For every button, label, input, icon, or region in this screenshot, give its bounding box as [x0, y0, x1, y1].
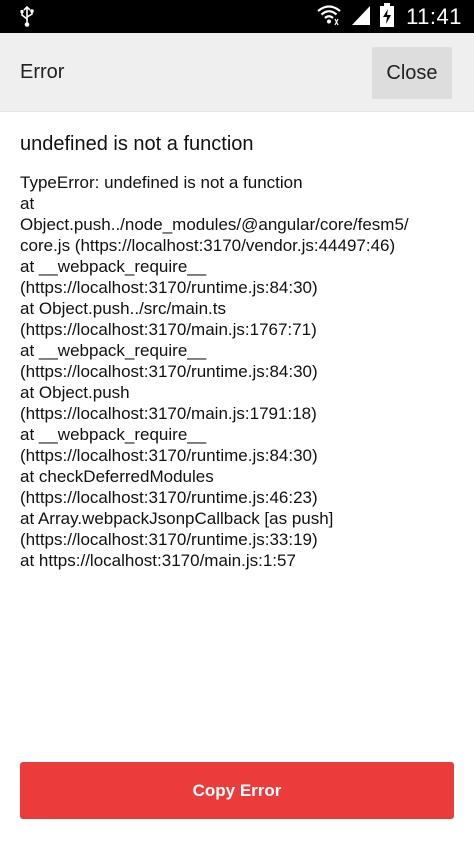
status-bar: 11:41: [0, 0, 474, 33]
status-time: 11:41: [406, 3, 462, 29]
wifi-icon: [316, 4, 342, 30]
stack-line: (https://localhost:3170/runtime.js:84:30…: [20, 446, 318, 465]
stack-line: (https://localhost:3170/runtime.js:84:30…: [20, 278, 318, 297]
stack-line: Object.push../node_modules/@angular/core…: [20, 215, 409, 234]
stack-line: (https://localhost:3170/runtime.js:84:30…: [20, 362, 318, 381]
error-screen: 11:41 Error Close undefined is not a fun…: [0, 0, 474, 842]
battery-charging-icon: [380, 2, 395, 31]
stack-line: at Object.push: [20, 383, 130, 402]
error-title: undefined is not a function: [20, 133, 254, 155]
stack-line: at Array.webpackJsonpCallback [as push]: [20, 509, 334, 528]
stack-line: at checkDeferredModules: [20, 467, 214, 486]
stack-line: at __webpack_require__: [20, 341, 207, 360]
stack-line: at: [20, 194, 35, 213]
stack-line: (https://localhost:3170/runtime.js:46:23…: [20, 488, 318, 507]
header-title: Error: [20, 61, 65, 83]
error-header: Error Close: [0, 33, 474, 112]
stack-line: (https://localhost:3170/main.js:1791:18): [20, 404, 317, 423]
signal-icon: [350, 4, 372, 30]
stack-line: TypeError: undefined is not a function: [20, 173, 303, 192]
stack-line: core.js (https://localhost:3170/vendor.j…: [20, 236, 396, 255]
stack-line: at https://localhost:3170/main.js:1:57: [20, 551, 296, 570]
usb-icon: [18, 5, 36, 28]
copy-error-button[interactable]: Copy Error: [20, 762, 454, 819]
stack-line: (https://localhost:3170/main.js:1767:71): [20, 320, 317, 339]
error-content: undefined is not a function TypeError: u…: [20, 130, 460, 571]
stack-line: at __webpack_require__: [20, 425, 207, 444]
stack-line: at Object.push../src/main.ts: [20, 299, 226, 318]
stack-line: at __webpack_require__: [20, 257, 207, 276]
stack-trace: TypeError: undefined is not a function a…: [20, 172, 460, 571]
close-button[interactable]: Close: [372, 47, 452, 99]
stack-line: (https://localhost:3170/runtime.js:33:19…: [20, 530, 318, 549]
status-icons: 11:41: [316, 0, 462, 33]
